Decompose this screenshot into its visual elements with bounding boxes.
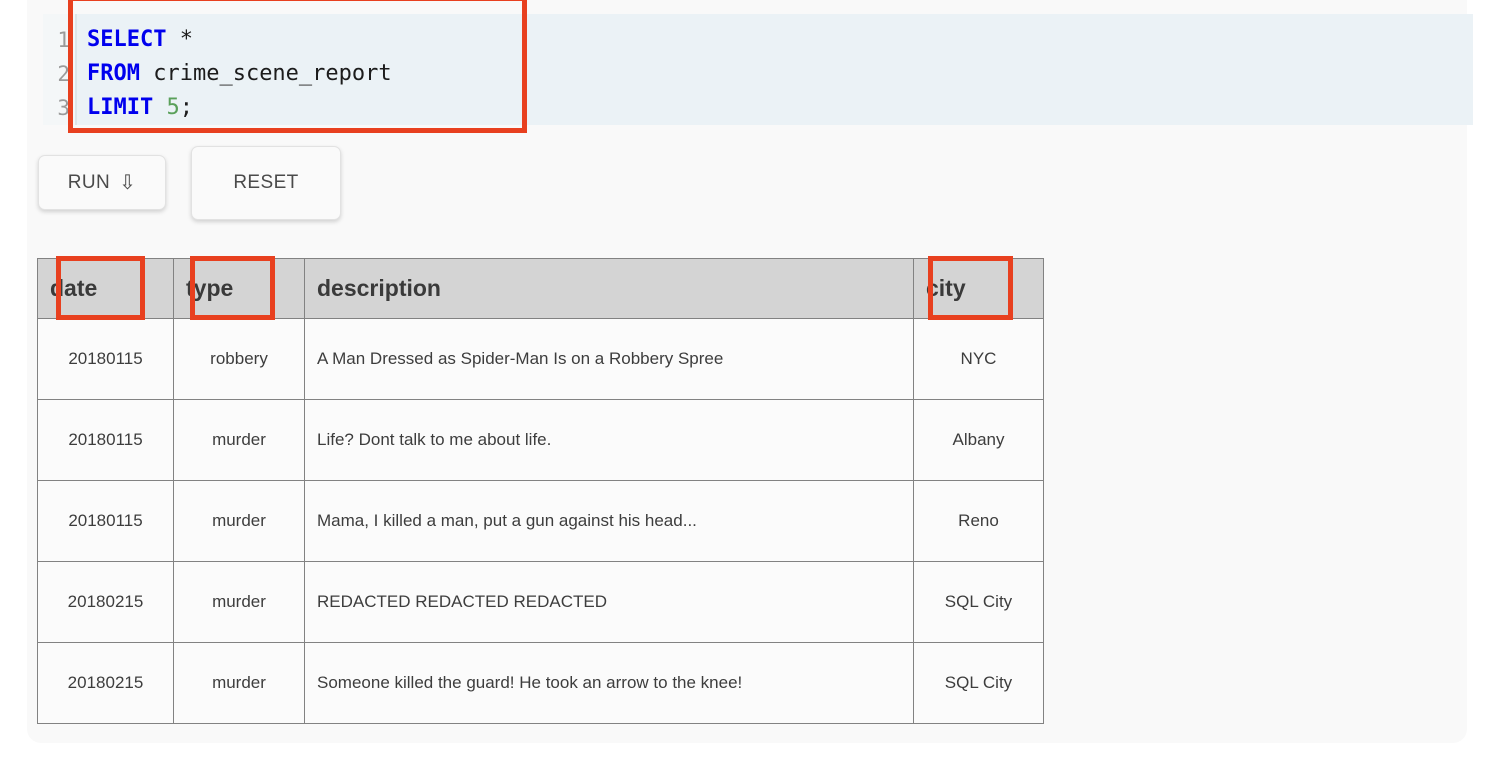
cell-description: Life? Dont talk to me about life. [304,399,914,481]
line-number-2: 2 [57,62,70,86]
cell-city: Reno [913,480,1044,562]
cell-type: murder [173,399,305,481]
sql-editor[interactable]: 123 SELECT * FROM crime_scene_report LIMIT… [43,14,1473,125]
table-row: 20180215 murder Someone killed the guard! … [37,642,1044,724]
cell-type: robbery [173,318,305,400]
code-line-1: SELECT * [87,23,1473,57]
page-container: 123 SELECT * FROM crime_scene_report LIMIT… [27,0,1473,743]
code-line-2: FROM crime_scene_report [87,57,1473,91]
code-token-op: ; [179,95,193,120]
sql-code-area[interactable]: SELECT * FROM crime_scene_report LIMIT 5; [77,14,1473,125]
column-header-date[interactable]: date [37,258,174,319]
run-button[interactable]: RUN ⇩ [38,155,166,210]
table-row: 20180115 murder Life? Dont talk to me abou… [37,399,1044,481]
cell-city: NYC [913,318,1044,400]
cell-description: Someone killed the guard! He took an arr… [304,642,914,724]
code-token-op [153,95,166,120]
table-row: 20180115 murder Mama, I killed a man, put … [37,480,1044,562]
code-token-num: 5 [166,95,180,120]
cell-city: SQL City [913,561,1044,643]
cell-city: Albany [913,399,1044,481]
cell-city: SQL City [913,642,1044,724]
code-line-3: LIMIT 5; [87,91,1473,125]
results-table: date type description city 20180115 robbe… [37,258,1044,724]
reset-button-label: RESET [233,172,299,193]
code-token-kw: SELECT [87,27,167,52]
cell-description: REDACTED REDACTED REDACTED [304,561,914,643]
cell-description: A Man Dressed as Spider-Man Is on a Robb… [304,318,914,400]
code-token-kw: LIMIT [87,95,154,120]
line-number-3: 3 [57,96,70,120]
cell-date: 20180115 [37,480,174,562]
cell-date: 20180215 [37,561,174,643]
cell-date: 20180115 [37,399,174,481]
code-token-op: * [166,27,193,52]
table-row: 20180215 murder REDACTED REDACTED REDACTED… [37,561,1044,643]
results-table-header: date type description city [37,258,1044,319]
cell-description: Mama, I killed a man, put a gun against … [304,480,914,562]
line-number-1: 1 [57,28,70,52]
cell-type: murder [173,642,305,724]
column-header-type[interactable]: type [173,258,305,319]
column-header-city[interactable]: city [913,258,1044,319]
header-row: date type description city [37,258,1044,319]
code-token-op: crime_scene_report [139,61,392,86]
cell-type: murder [173,480,305,562]
code-token-kw: FROM [87,61,140,86]
results-table-body: 20180115 robbery A Man Dressed as Spider-M… [37,318,1044,724]
reset-button[interactable]: RESET [191,146,341,220]
downwards-arrow-icon: ⇩ [119,172,137,194]
cell-date: 20180215 [37,642,174,724]
column-header-description[interactable]: description [304,258,914,319]
run-button-label: RUN [67,171,111,193]
cell-type: murder [173,561,305,643]
table-row: 20180115 robbery A Man Dressed as Spider-M… [37,318,1044,400]
cell-date: 20180115 [37,318,174,400]
line-number-gutter: 1 2 3 [43,14,77,125]
